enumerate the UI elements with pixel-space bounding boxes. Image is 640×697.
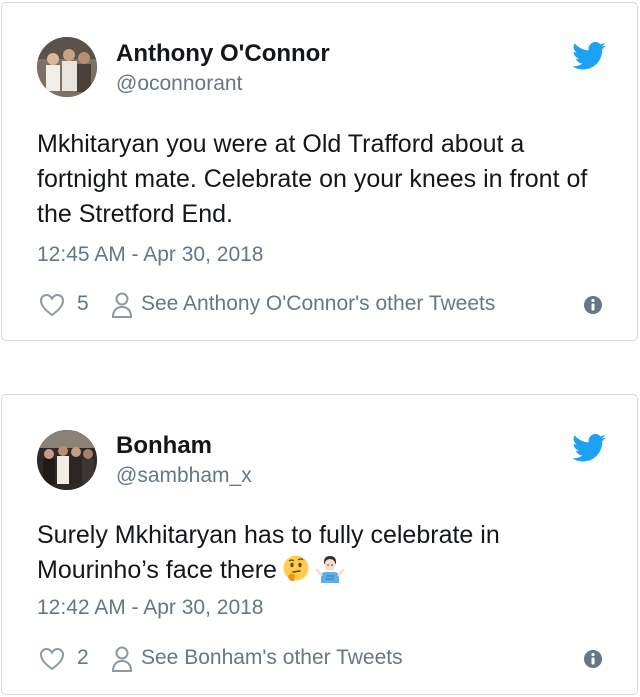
info-icon[interactable] xyxy=(583,295,603,315)
avatar[interactable] xyxy=(37,37,97,97)
display-name[interactable]: Bonham xyxy=(116,432,212,460)
tweet-card: Bonham @sambham_x Surely Mkhitaryan has … xyxy=(1,394,638,695)
person-icon[interactable] xyxy=(111,292,133,318)
tweet-text-container: Surely Mkhitaryan has to fully celebrate… xyxy=(37,518,607,588)
person-icon[interactable] xyxy=(111,646,133,672)
twitter-bird-icon[interactable] xyxy=(572,42,606,70)
heart-icon[interactable] xyxy=(39,647,65,671)
like-count[interactable]: 5 xyxy=(77,289,89,319)
like-count[interactable]: 2 xyxy=(77,643,89,673)
tweet-text: Mkhitaryan you were at Old Trafford abou… xyxy=(37,130,588,228)
other-tweets-link[interactable]: See Bonham's other Tweets xyxy=(141,643,403,673)
timestamp[interactable]: 12:42 AM - Apr 30, 2018 xyxy=(37,596,264,620)
avatar[interactable] xyxy=(37,430,97,490)
other-tweets-link[interactable]: See Anthony O'Connor's other Tweets xyxy=(141,289,495,319)
thinking-face-emoji xyxy=(283,555,309,582)
twitter-bird-icon[interactable] xyxy=(572,434,606,462)
display-name[interactable]: Anthony O'Connor xyxy=(116,40,330,68)
heart-icon[interactable] xyxy=(39,293,65,317)
tweet-actions: 2 See Bonham's other Tweets xyxy=(37,643,607,673)
timestamp[interactable]: 12:45 AM - Apr 30, 2018 xyxy=(37,243,264,267)
info-icon[interactable] xyxy=(583,649,603,669)
tweet-card: Anthony O'Connor @oconnorant Mkhitaryan … xyxy=(1,2,638,341)
man-shrugging-emoji xyxy=(315,556,345,583)
user-handle[interactable]: @oconnorant xyxy=(116,72,242,96)
user-handle[interactable]: @sambham_x xyxy=(116,464,252,488)
tweet-actions: 5 See Anthony O'Connor's other Tweets xyxy=(37,289,607,319)
tweet-text: Surely Mkhitaryan has to fully celebrate… xyxy=(37,521,500,584)
